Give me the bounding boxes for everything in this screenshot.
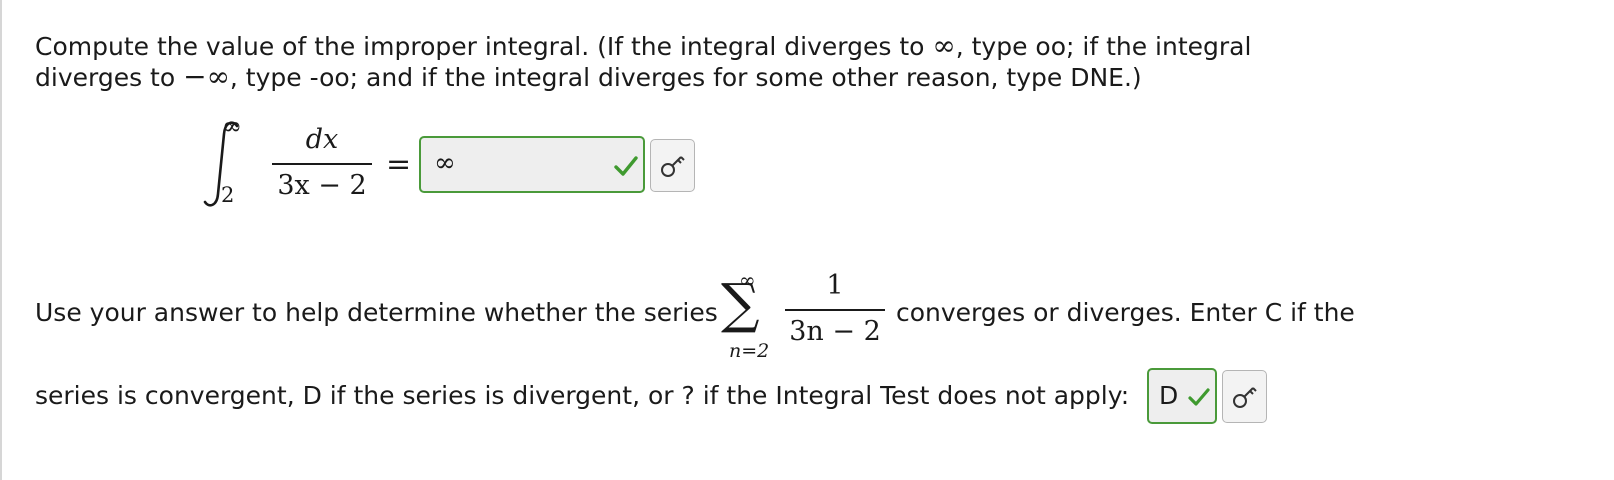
series-prompt-end: converges or diverges. Enter C if the — [896, 298, 1355, 327]
series-answer-field[interactable]: D — [1147, 368, 1217, 424]
instructions-line-2: diverges to −∞, type -oo; and if the int… — [35, 61, 1142, 94]
series-numerator: 1 — [826, 270, 844, 301]
instructions-text-1: Compute the value of the improper integr… — [35, 32, 925, 61]
series-prompt-start: Use your answer to help determine whethe… — [35, 298, 718, 327]
check-icon — [613, 155, 639, 177]
instructions-text-1b: , type oo; if the integral — [955, 32, 1252, 61]
integral-fraction-bar — [272, 163, 372, 165]
view-key-button[interactable] — [650, 139, 695, 192]
integral-lower-limit: 2 — [221, 183, 235, 207]
integral-upper-limit: ∞ — [222, 112, 242, 140]
instructions-line-1: Compute the value of the improper integr… — [35, 30, 1251, 63]
instructions-text-2: diverges to — [35, 63, 176, 92]
integral-denominator: 3x − 2 — [277, 170, 367, 201]
series-lower-limit: n=2 — [729, 340, 770, 362]
series-denominator: 3n − 2 — [789, 316, 881, 347]
negative-infinity-symbol: −∞ — [183, 60, 230, 93]
question-panel: Compute the value of the improper integr… — [0, 0, 1612, 480]
series-fraction-bar — [785, 309, 885, 311]
view-key-button[interactable] — [1222, 370, 1267, 423]
series-prompt-line-2: series is convergent, D if the series is… — [35, 381, 1130, 410]
infinity-symbol: ∞ — [932, 29, 956, 62]
integral-numerator: dx — [305, 124, 339, 155]
key-icon — [1231, 383, 1259, 411]
instructions-text-2b: , type -oo; and if the integral diverges… — [229, 63, 1142, 92]
series-answer-value: D — [1159, 381, 1179, 410]
key-icon — [659, 152, 687, 180]
integral-answer-field[interactable]: ∞ — [419, 136, 645, 193]
summation-icon: ∑ — [721, 272, 760, 335]
integral-answer-value: ∞ — [434, 148, 456, 178]
check-icon — [1187, 387, 1211, 408]
equals-sign: = — [386, 147, 412, 182]
